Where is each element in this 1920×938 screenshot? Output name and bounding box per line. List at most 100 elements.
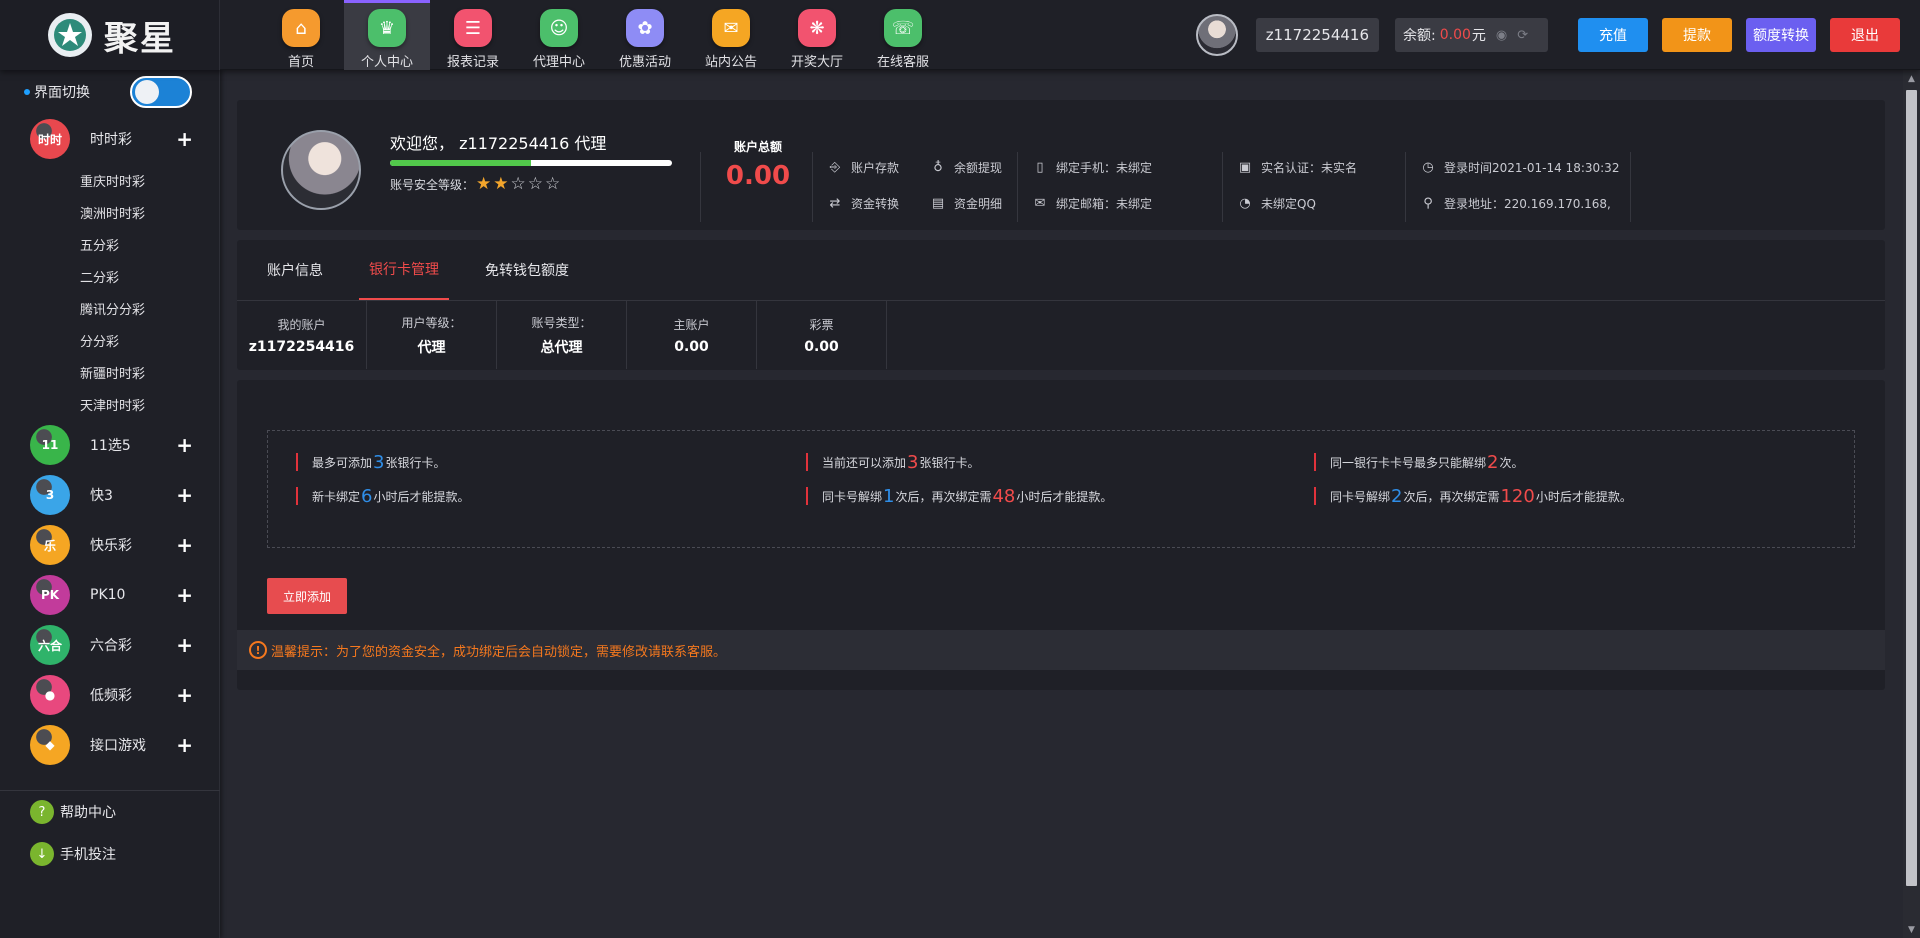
scrollbar[interactable]: ▲ ▼ (1903, 70, 1920, 938)
security-stars: ★ ★ ☆ ☆ ☆ (474, 174, 560, 194)
plus-icon[interactable]: + (176, 533, 193, 557)
interface-toggle[interactable] (130, 76, 192, 108)
plus-icon[interactable]: + (176, 483, 193, 507)
sidebar-subitem[interactable]: 新疆时时彩 (0, 356, 219, 388)
report-icon: ☰ (454, 9, 492, 47)
header-button-3[interactable]: 退出 (1830, 18, 1900, 52)
sidebar-category[interactable]: 乐 快乐彩 + (0, 520, 219, 570)
nav-item-report[interactable]: ☰ 报表记录 (430, 0, 516, 70)
nav-item-support[interactable]: ☏ 在线客服 (860, 0, 946, 70)
profile-avatar[interactable] (281, 130, 361, 210)
sidebar-category[interactable]: ◆ 接口游戏 + (0, 720, 219, 770)
divider (812, 152, 813, 222)
bank-rule: 新卡绑定 6 小时后才能提款。 (296, 486, 470, 507)
header-button-0[interactable]: 充值 (1578, 18, 1648, 52)
header-button-2[interactable]: 额度转换 (1746, 18, 1816, 52)
sidebar-category[interactable]: ● 低频彩 + (0, 670, 219, 720)
k3-icon: 3 (30, 475, 70, 515)
sidebar-subitem[interactable]: 澳洲时时彩 (0, 196, 219, 228)
sidebar-subitem[interactable]: 天津时时彩 (0, 388, 219, 420)
tab-1[interactable]: 银行卡管理 (359, 240, 449, 300)
rule-text: 张银行卡。 (385, 455, 446, 470)
email-icon: ✉ (1034, 196, 1046, 211)
profile-username: z1172254416 (459, 134, 570, 153)
action-transfer[interactable]: ⇄ 资金转换 (827, 195, 899, 212)
lottery-icon: ❋ (798, 9, 836, 47)
account-cell-value: 总代理 (540, 339, 583, 356)
add-bank-card-button[interactable]: 立即添加 (267, 578, 347, 614)
balance-unit: 元 (1471, 28, 1486, 44)
bind-phone[interactable]: ▯ 绑定手机：未绑定 (1032, 159, 1152, 176)
plus-icon[interactable]: + (176, 683, 193, 707)
refresh-icon[interactable]: ⟳ (1517, 28, 1528, 43)
action-withdraw[interactable]: ♁ 余额提现 (930, 159, 1002, 176)
nav-item-promo[interactable]: ✿ 优惠活动 (602, 0, 688, 70)
scroll-up-icon[interactable]: ▲ (1903, 70, 1920, 87)
rule-number: 48 (992, 485, 1016, 507)
binding-label: 绑定手机：未绑定 (1056, 161, 1153, 175)
rule-number: 1 (883, 485, 895, 507)
scroll-down-icon[interactable]: ▼ (1903, 921, 1920, 938)
header-button-1[interactable]: 提款 (1662, 18, 1732, 52)
account-cell-label: 用户等级： (401, 315, 462, 330)
action-deposit[interactable]: ⎆ 账户存款 (827, 159, 899, 176)
scrollbar-thumb[interactable] (1906, 90, 1917, 886)
crown-icon: ♛ (368, 9, 406, 47)
sidebar-subitem[interactable]: 二分彩 (0, 260, 219, 292)
account-cell-label: 账号类型： (531, 315, 592, 330)
sidebar-category[interactable]: 11 11选5 + (0, 420, 219, 470)
plus-icon[interactable]: + (176, 583, 193, 607)
sidebar-category[interactable]: 时时 时时彩 + (0, 114, 219, 164)
star-logo-icon (48, 13, 92, 57)
action-detail[interactable]: ▤ 资金明细 (930, 195, 1002, 212)
nav-label: 报表记录 (446, 55, 499, 70)
avatar[interactable] (1195, 14, 1238, 56)
logo-area[interactable]: 聚星 (0, 0, 220, 70)
interface-switch-row: 界面切换 (0, 70, 219, 114)
tab-2[interactable]: 免转钱包额度 (475, 240, 579, 300)
divider (1017, 152, 1018, 222)
sidebar-category[interactable]: 六合 六合彩 + (0, 620, 219, 670)
sidebar-subitem[interactable]: 五分彩 (0, 228, 219, 260)
rule-text: 当前还可以添加 (822, 455, 907, 470)
profile-panel: 欢迎您， z1172254416 代理 账号安全等级： ★ ★ ☆ ☆ ☆ 账户总额 0… (237, 100, 1885, 230)
nav-item-home[interactable]: ⌂ 首页 (258, 0, 344, 70)
plus-icon[interactable]: + (176, 127, 193, 151)
username-display: z1172254416 (1255, 18, 1379, 52)
star-icon: ★ (476, 174, 492, 194)
welcome-text: 欢迎您， z1172254416 代理 (390, 130, 606, 154)
tab-0[interactable]: 账户信息 (257, 240, 333, 300)
mark6-icon: 六合 (30, 625, 70, 665)
plus-icon[interactable]: + (176, 433, 193, 457)
nav-item-lottery[interactable]: ❋ 开奖大厅 (774, 0, 860, 70)
sidebar-subitem[interactable]: 腾讯分分彩 (0, 292, 219, 324)
nav-item-crown[interactable]: ♛ 个人中心 (344, 0, 430, 70)
plus-icon[interactable]: + (176, 733, 193, 757)
bind-email[interactable]: ✉ 绑定邮箱：未绑定 (1032, 195, 1152, 212)
tab-bar: 账户信息 银行卡管理 免转钱包额度 (237, 240, 1885, 301)
plus-icon[interactable]: + (176, 633, 193, 657)
action-label: 资金转换 (851, 197, 900, 211)
category-label: 接口游戏 (90, 738, 146, 754)
sidebar-subitem[interactable]: 分分彩 (0, 324, 219, 356)
bind-realname[interactable]: ▣ 实名认证：未实名 (1237, 159, 1357, 176)
binding-label: 绑定邮箱：未绑定 (1056, 197, 1153, 211)
footer-label: 手机投注 (60, 847, 116, 863)
sidebar-footer-item[interactable]: ? 帮助中心 (0, 791, 220, 833)
bind-qq[interactable]: ◔ 未绑定QQ (1237, 195, 1316, 212)
eye-hide-icon[interactable]: ◉ (1496, 28, 1507, 43)
main-nav: ⌂ 首页 ♛ 个人中心 ☰ 报表记录 ☺ 代理中心 ✿ 优惠活动 ✉ 站内公告 ❋ 开奖大厅 ☏ 在线客服 (258, 0, 946, 70)
rule-number: 3 (373, 451, 385, 473)
lowfreq-icon: ● (30, 675, 70, 715)
action-label: 账户存款 (851, 161, 900, 175)
sidebar-subitem[interactable]: 重庆时时彩 (0, 164, 219, 196)
star-icon: ☆ (527, 174, 544, 194)
sidebar-category[interactable]: 3 快3 + (0, 470, 219, 520)
action-label: 余额提现 (954, 161, 1003, 175)
rule-text: 小时后才能提款。 (373, 489, 470, 504)
sidebar-category[interactable]: PK PK10 + (0, 570, 219, 620)
security-progress (390, 160, 672, 166)
sidebar-footer-item[interactable]: ↓ 手机投注 (0, 833, 220, 875)
nav-item-agent[interactable]: ☺ 代理中心 (516, 0, 602, 70)
nav-item-mail[interactable]: ✉ 站内公告 (688, 0, 774, 70)
